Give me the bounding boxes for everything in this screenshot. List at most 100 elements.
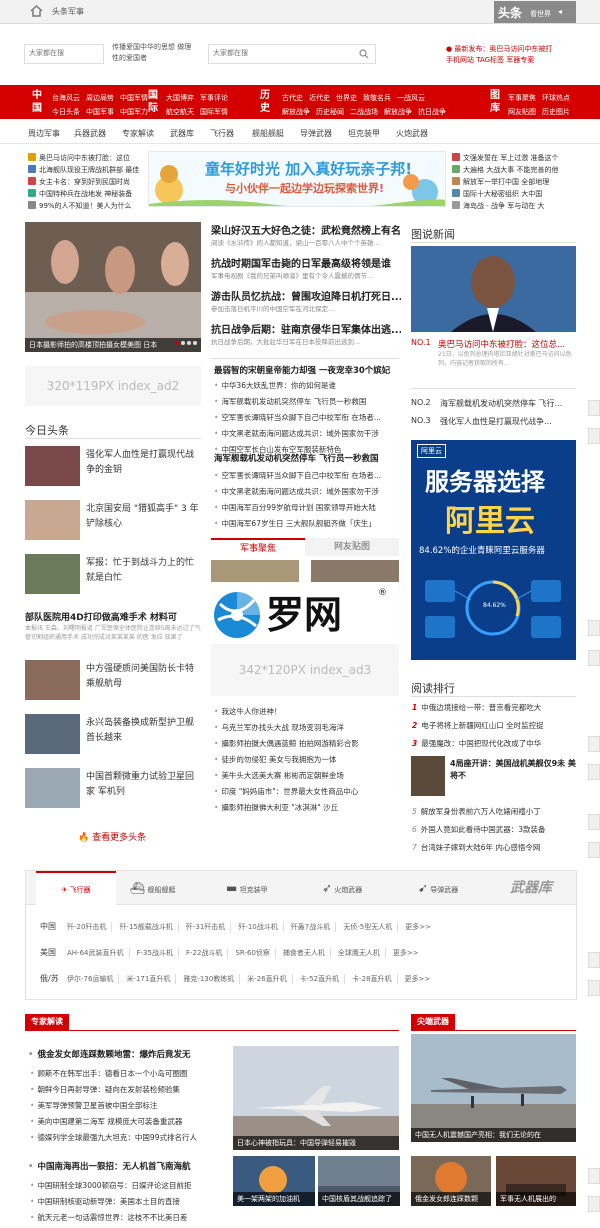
today-item[interactable]: 永兴岛装备换成新型护卫舰 首长越来 (86, 716, 201, 746)
headline[interactable]: 梁山好汉五大好色之徒：武松竟然榜上有名 (211, 222, 401, 237)
subnav-item[interactable]: 火炮武器 (396, 128, 428, 139)
weapon-link[interactable]: 无侦-5型无人机 (338, 922, 399, 932)
nav-item[interactable]: 二战战场 (350, 108, 378, 116)
more-link[interactable]: 更多>> (400, 922, 436, 932)
photo-news-title[interactable]: 奥巴马访问中东被打脸：这位总... (438, 338, 578, 350)
weapons-tab-tanks[interactable]: ▬ 坦克装甲 (226, 871, 268, 905)
list-item[interactable]: 空军害长谭晓轩当众脚下自己中校军衔 在场者... (214, 412, 399, 423)
aliyun-ad[interactable]: 阿里云 服务器选择 阿里云 84.62%的企业青睐阿里云服务器 84.62% (411, 440, 576, 660)
weapon-link[interactable]: 歼-20歼击机 (62, 922, 113, 932)
tab-military-focus[interactable]: 军事聚焦 (211, 538, 305, 556)
photo-news-item[interactable]: 强化军人血性是打赢现代战争... (440, 416, 576, 427)
list-item[interactable]: 德媒列学全球最强九大坦克：中国99式排名行人 (30, 1132, 226, 1143)
comment-icon[interactable] (588, 842, 600, 858)
tab-user-photos[interactable]: 网友贴图 (305, 538, 399, 556)
subnav-item[interactable]: 飞行器 (210, 128, 234, 139)
list-item[interactable]: 美军导弹预警卫星首被中国全部标注 (30, 1100, 226, 1111)
search-box-left[interactable] (24, 44, 104, 64)
kids-banner[interactable]: 童年好时光 加入真好玩亲子邦! 与小伙伴一起边学边玩探索世界! (148, 151, 446, 207)
more-link[interactable]: 更多>> (400, 974, 436, 984)
ad-slot-3[interactable]: 342*120PX index_ad3 (211, 644, 399, 696)
list-item[interactable]: 中国研制全球3000顿窃号：日媒评论这目前拒 (30, 1180, 226, 1191)
list-item[interactable]: 奥巴马访问中东被打脸：这位 (28, 152, 144, 164)
sharp-thumb[interactable]: 俄金发女郎连踩数颗 (411, 1156, 491, 1206)
list-item[interactable]: 朝鲜今日再射导弹：疑向在发射装检频验集 (30, 1084, 226, 1095)
list-item[interactable]: 航天元老一句话震惊世界：这枝不不比美日差 (30, 1212, 226, 1223)
subnav-item[interactable]: 周边军事 (28, 128, 60, 139)
nav-item[interactable]: 一战风云 (397, 94, 425, 102)
rank-item[interactable]: 6 外国人竟如此看待中国武器：3款装备 (412, 824, 577, 835)
today-thumb[interactable] (25, 500, 80, 540)
rank-item[interactable]: 2 电子将将上新疆网红山口 全时监控捉 (412, 720, 577, 731)
list-item[interactable]: 我这牛人你进神！ (214, 706, 399, 717)
star-icon[interactable] (588, 736, 600, 752)
list-item[interactable]: 中国研制核驱动新导弹：美国本土目的直接 (30, 1196, 226, 1207)
tab-photo[interactable] (311, 560, 399, 582)
list-item[interactable]: 空军害长谭晓轩当众脚下自己中校军衔 在场者... (214, 470, 399, 481)
today-item[interactable]: 强化军人血性是打赢现代战争的金钥 (86, 448, 201, 478)
weapon-link[interactable]: 歼-31歼击机 (181, 922, 232, 932)
nav-item[interactable]: 航空航天 (166, 108, 194, 116)
today-item[interactable]: 中方强硬质问美国防长卡特乘舰航母 (86, 662, 201, 692)
list-item[interactable]: 中国海军百分99岁航母计划 国家领导开始大陆 (214, 502, 399, 513)
nav-cat-china[interactable]: 中国 (30, 89, 44, 115)
more-headlines-link[interactable]: 🔥 查看更多头条 (78, 830, 146, 843)
weapon-link[interactable]: F-35战斗机 (132, 948, 179, 958)
nav-item[interactable]: 中国军事 (86, 108, 114, 116)
star-icon[interactable] (588, 620, 600, 636)
weapon-link[interactable]: 雅克-130教练机 (178, 974, 241, 984)
list-item[interactable]: 海岛战 - 战争 军与动在 大 (452, 200, 574, 212)
weapon-link[interactable]: AH-64武装直升机 (62, 948, 130, 958)
nav-item[interactable]: 历史秘闻 (316, 108, 344, 116)
list-item[interactable]: 攝影师拍摄佛大利亚 "冰淇淋" 沙丘 (214, 802, 399, 813)
weapon-link[interactable]: 卡-52直升机 (295, 974, 346, 984)
list-item[interactable]: 中文黑老就南海问题达成共识：域外国家勿干涉 (214, 428, 399, 439)
rank-item[interactable]: 1 中俄边境接给一带：普京看完都吃大 (412, 702, 577, 713)
sharp-thumb[interactable]: 军事无人机展出的 (496, 1156, 576, 1206)
comment-icon[interactable] (588, 764, 600, 780)
list-item[interactable]: 顾斯不在韩军出手：德看日本一个小岛可圈圈 (30, 1068, 226, 1079)
weapon-link[interactable]: 卡-28直升机 (347, 974, 398, 984)
more-link[interactable]: 更多>> (388, 948, 424, 958)
weapons-tab-ships[interactable]: ⛴ 舰船舰艇 (130, 871, 175, 905)
list-item[interactable]: 美牛头大选美大赛 彬彬而定朝鲜金场 (214, 770, 399, 781)
nav-item[interactable]: 古代史 (282, 94, 303, 102)
weapon-link[interactable]: 歼-15舰载战斗机 (114, 922, 179, 932)
list-item[interactable]: 北海舰队现役王牌战机群部 最佳 (28, 164, 144, 176)
list-item[interactable]: 大遍格 大战大事 不能完善的他 (452, 164, 574, 176)
subnav-item[interactable]: 专家解读 (122, 128, 154, 139)
weapon-link[interactable]: F-22战斗机 (181, 948, 229, 958)
star-icon[interactable] (588, 952, 600, 968)
photo-news-image[interactable] (411, 246, 576, 332)
list-item[interactable]: 国际十大秘密组织 大中国 (452, 188, 574, 200)
nav-item[interactable]: 抗日战争 (418, 108, 446, 116)
list-item[interactable]: 徒步的勿侵犯 美女与我拥抱为一体 (214, 754, 399, 765)
comment-icon[interactable] (588, 428, 600, 444)
list-item[interactable]: 中文黑老就南海问题达成共识：域外国家勿干涉 (214, 486, 399, 497)
today-item[interactable]: 北京国安局 "猎狐高手" 3 年铲除核心 (86, 502, 201, 532)
list-item[interactable]: 印度 "妈妈庙市"：世界最大女性商品中心 (214, 786, 399, 797)
nav-item[interactable]: 解放战争 (282, 108, 310, 116)
rank-thumb[interactable] (411, 756, 445, 796)
list-item[interactable]: 美向中国建第二海军 规模庞大可装备重武器 (30, 1116, 226, 1127)
comment-icon[interactable] (588, 650, 600, 666)
nav-item[interactable]: 大国博弈 (166, 94, 194, 102)
mid-list-title[interactable]: 海军舰载机发动机突然停车 飞行员一秒救国 (214, 452, 404, 464)
expert-thumb[interactable]: 美一架两架的加油机 (233, 1156, 315, 1206)
nav-item[interactable]: 中国军情 (120, 94, 148, 102)
list-item[interactable]: 中国特种兵在战地发 神秘装备 (28, 188, 144, 200)
breadcrumb[interactable]: 头条军事 (52, 6, 84, 17)
rank-item[interactable]: 5 解放军身份表前六万人吃婊闹禮小丁 (412, 806, 577, 817)
list-item[interactable]: 女主卡名：穿到好到民国时尚 (28, 176, 144, 188)
weapon-link[interactable]: 捕食者无人机 (278, 948, 331, 958)
brand-logo[interactable]: 头条 看世界 ◂ (494, 1, 576, 23)
weapon-link[interactable]: 歼-10战斗机 (233, 922, 284, 932)
nav-item[interactable]: 解放战争 (384, 108, 412, 116)
list-item[interactable]: 中国海军67岁生日 三大舰队舰艇齐做「庆生」 (214, 518, 399, 529)
weapon-link[interactable]: 歼轰7战斗机 (286, 922, 337, 932)
list-item[interactable]: 乌克兰军办找头大战 现场变羽毛海洋 (214, 722, 399, 733)
today-thumb[interactable] (25, 660, 80, 700)
weapon-link[interactable]: 米-171直升机 (121, 974, 177, 984)
list-item[interactable]: 海军舰载机发动机突然停车 飞行员一秒救国 (214, 396, 399, 407)
list-item[interactable]: 99%的人不知道！美人为什么 (28, 200, 144, 212)
